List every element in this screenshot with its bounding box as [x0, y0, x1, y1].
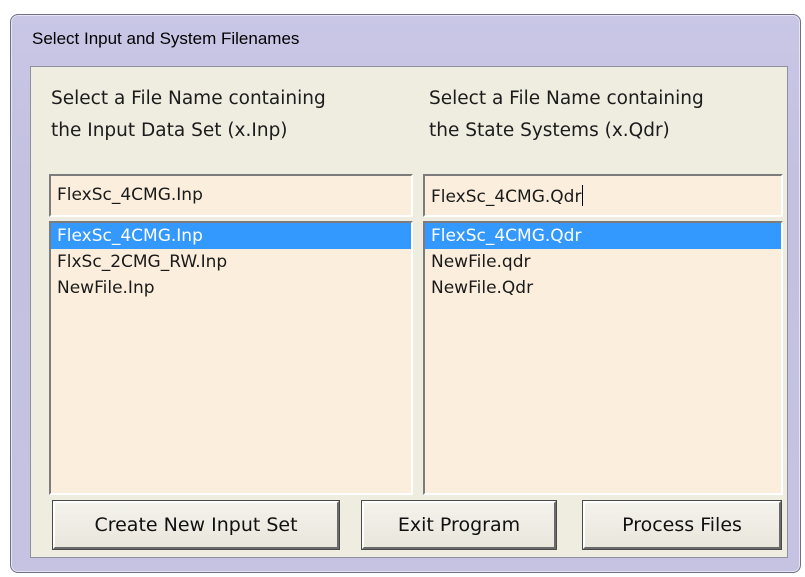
input-filename-value: FlexSc_4CMG.Inp: [57, 185, 203, 205]
input-file-list[interactable]: FlexSc_4CMG.Inp FlxSc_2CMG_RW.Inp NewFil…: [49, 221, 413, 495]
input-filename-field[interactable]: FlexSc_4CMG.Inp: [49, 174, 413, 217]
state-file-list-item[interactable]: NewFile.qdr: [425, 249, 781, 275]
process-files-button[interactable]: Process Files: [583, 501, 781, 549]
state-filename-value: FlexSc_4CMG.Qdr: [431, 187, 582, 207]
text-caret: [582, 185, 584, 206]
input-set-heading-line2: the Input Data Set (x.Inp): [51, 120, 288, 141]
create-new-input-set-button[interactable]: Create New Input Set: [53, 501, 339, 549]
input-file-list-item[interactable]: NewFile.Inp: [51, 275, 411, 301]
state-file-list-item[interactable]: FlexSc_4CMG.Qdr: [425, 223, 781, 249]
state-file-list[interactable]: FlexSc_4CMG.Qdr NewFile.qdr NewFile.Qdr: [423, 221, 783, 495]
exit-program-button[interactable]: Exit Program: [362, 501, 556, 549]
state-systems-heading: Select a File Name containing the State …: [429, 83, 704, 147]
dialog-client-area: Select a File Name containing the Input …: [30, 66, 788, 558]
dialog-window: Select Input and System Filenames Select…: [10, 14, 801, 573]
input-file-list-item[interactable]: FlxSc_2CMG_RW.Inp: [51, 249, 411, 275]
state-filename-field[interactable]: FlexSc_4CMG.Qdr: [423, 174, 783, 217]
state-systems-heading-line1: Select a File Name containing: [429, 88, 704, 109]
input-set-heading-line1: Select a File Name containing: [51, 88, 326, 109]
input-set-heading: Select a File Name containing the Input …: [51, 83, 326, 147]
input-file-list-item[interactable]: FlexSc_4CMG.Inp: [51, 223, 411, 249]
state-file-list-item[interactable]: NewFile.Qdr: [425, 275, 781, 301]
state-systems-heading-line2: the State Systems (x.Qdr): [429, 120, 670, 141]
window-title: Select Input and System Filenames: [32, 29, 300, 48]
